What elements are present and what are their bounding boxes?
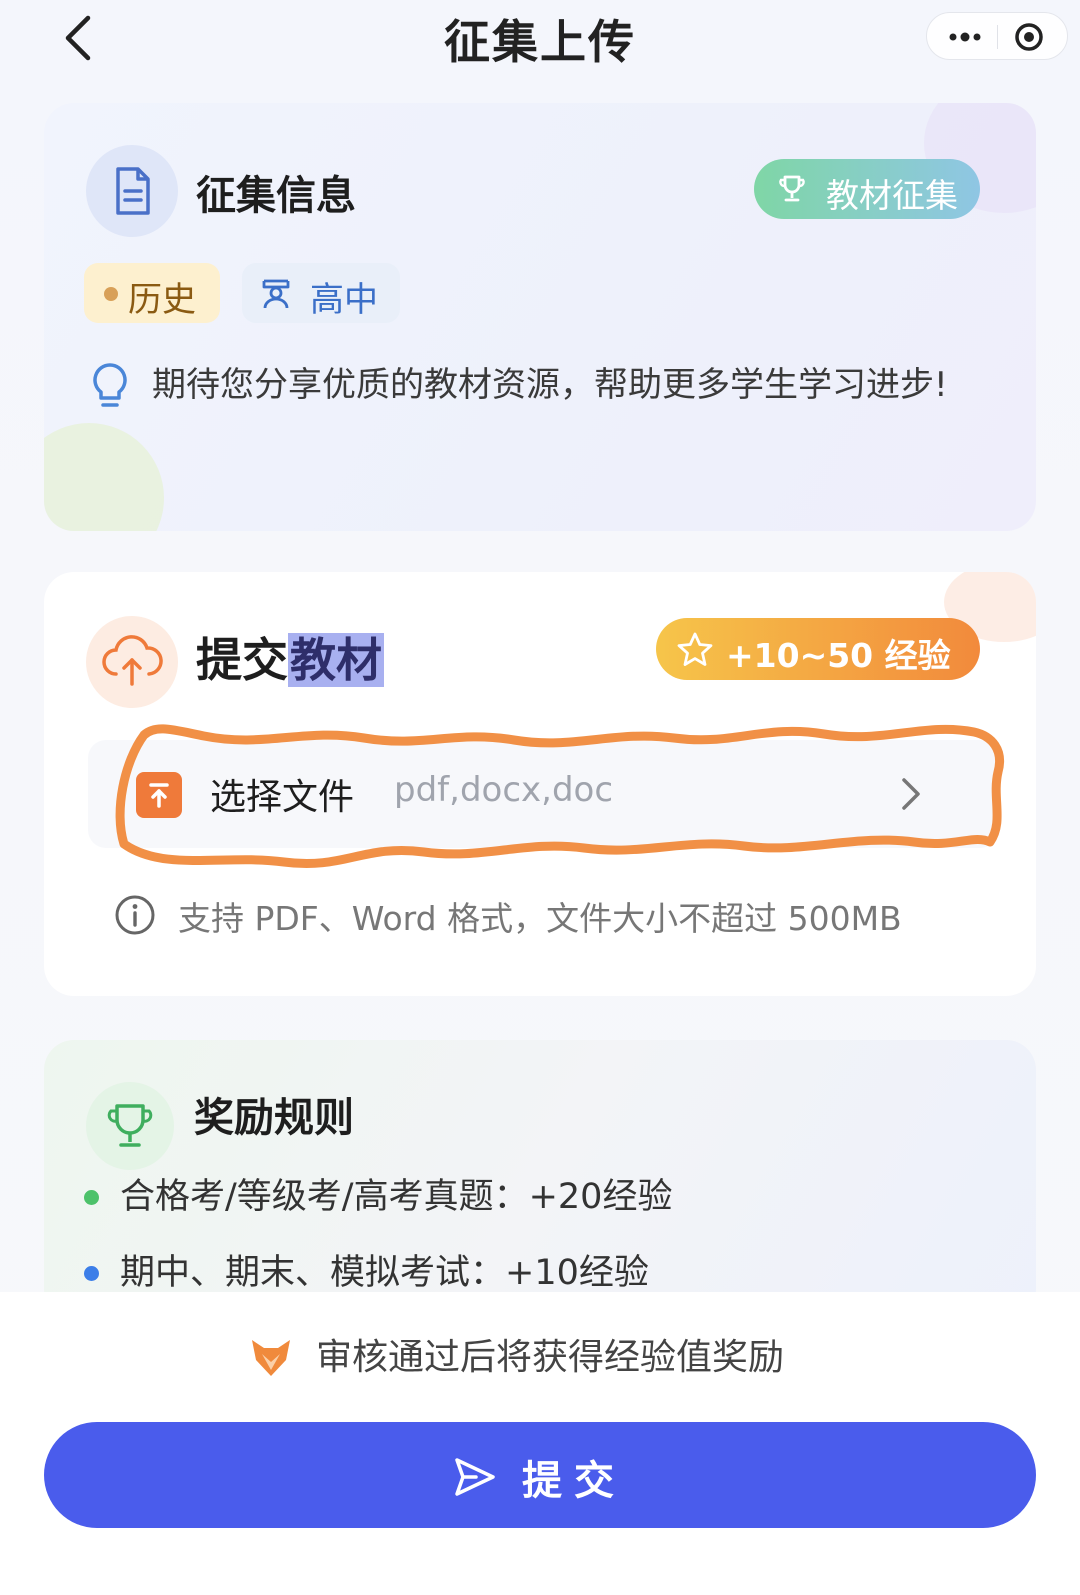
rule-text: 合格考/等级考/高考真题：+20经验 — [120, 1177, 673, 1217]
grade-tag-label: 高中 — [310, 280, 378, 320]
select-file-button[interactable]: 选择文件 pdf,docx,doc — [88, 740, 998, 848]
upload-file-icon — [136, 772, 182, 818]
collect-hint: 期待您分享优质的教材资源，帮助更多学生学习进步! — [152, 365, 948, 405]
bullet-dot — [84, 1190, 99, 1205]
mini-program-capsule — [926, 12, 1068, 60]
file-types-hint: pdf,docx,doc — [394, 770, 614, 810]
more-dots-icon[interactable] — [945, 21, 985, 53]
reward-rules-card: 奖励规则 合格考/等级考/高考真题：+20经验 期中、期末、模拟考试：+10经验 — [44, 1040, 1036, 1320]
trophy-icon — [86, 1082, 174, 1170]
chevron-right-icon — [902, 778, 920, 810]
bulb-icon — [93, 363, 127, 407]
subject-tag: 历史 — [84, 263, 220, 323]
nav-bar: 征集上传 — [0, 0, 1080, 80]
trophy-icon — [779, 175, 805, 202]
title-plain: 提交 — [196, 633, 288, 687]
reward-rules-title: 奖励规则 — [194, 1095, 354, 1141]
select-file-label: 选择文件 — [210, 777, 355, 818]
document-icon — [86, 145, 178, 237]
grade-tag: 高中 — [242, 263, 400, 323]
rule-text: 期中、期末、模拟考试：+10经验 — [120, 1253, 649, 1293]
exp-reward-badge: +10~50 经验值 — [656, 618, 980, 723]
decor-blob — [44, 423, 164, 531]
star-icon — [677, 632, 713, 666]
capsule-divider — [997, 25, 998, 49]
collect-info-card: 征集信息 教材征集 历史 高中 期待您分享优质的教材资源，帮助更多学生学习进步! — [44, 103, 1036, 531]
send-icon — [455, 1458, 495, 1496]
submit-material-card: 提交教材 +10~50 经验值 选择文件 pdf,docx,doc 支持 PDF… — [44, 572, 1036, 996]
info-icon — [115, 895, 155, 935]
submit-material-title: 提交教材 — [196, 624, 384, 690]
fox-icon — [252, 1340, 290, 1376]
reward-note: 审核通过后将获得经验值奖励 — [316, 1337, 785, 1378]
format-note: 支持 PDF、Word 格式，文件大小不超过 500MB — [178, 899, 902, 938]
bullet-dot — [84, 1266, 99, 1281]
collect-type-label: 教材征集 — [826, 176, 958, 215]
page-title: 征集上传 — [444, 15, 636, 69]
collect-type-badge: 教材征集 — [754, 159, 980, 219]
cloud-upload-icon — [86, 616, 178, 708]
submit-button[interactable]: 提交 — [44, 1422, 1036, 1528]
graduate-icon — [262, 279, 290, 309]
target-icon[interactable] — [1013, 21, 1045, 53]
submit-label: 提交 — [522, 1458, 626, 1504]
title-selected-text: 教材 — [288, 633, 384, 687]
bottom-action-bar: 审核通过后将获得经验值奖励 提交 — [0, 1292, 1080, 1595]
subject-tag-label: 历史 — [128, 280, 196, 320]
collect-info-title: 征集信息 — [196, 173, 356, 219]
exp-reward-label: +10~50 经验值 — [726, 636, 951, 723]
tag-dot — [104, 287, 118, 301]
